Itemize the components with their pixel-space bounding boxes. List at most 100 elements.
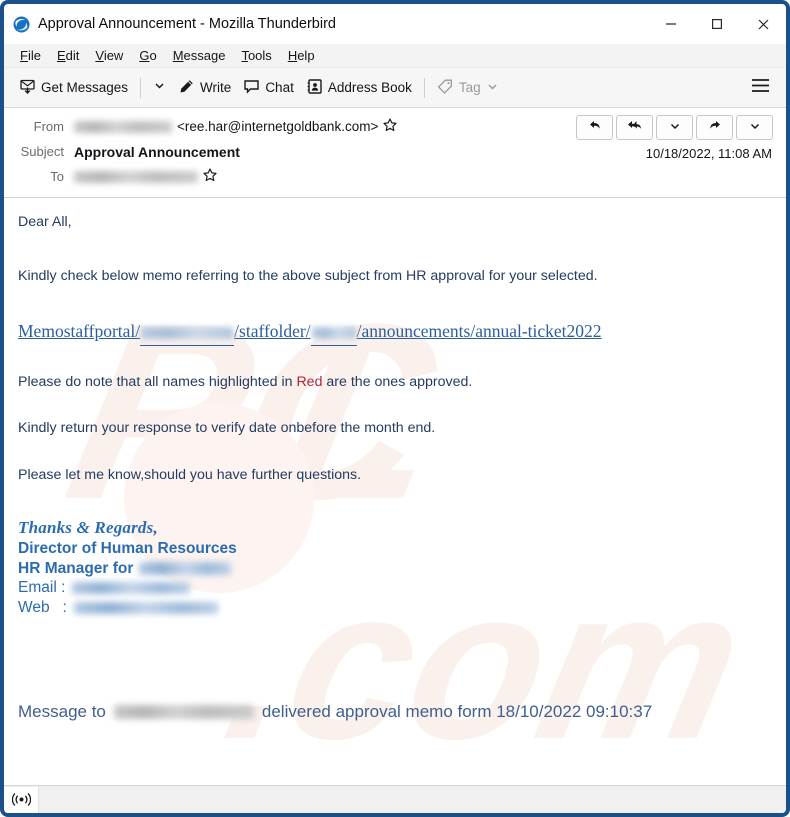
more-actions-dropdown-button[interactable] [736, 115, 773, 140]
forward-icon [708, 118, 722, 137]
signature-title-label: Director of Human Resources [18, 539, 237, 557]
footer-suffix: delivered approval memo form 18/10/2022 … [261, 701, 653, 721]
intro-paragraph: Kindly check below memo referring to the… [18, 267, 598, 284]
get-messages-button[interactable]: Get Messages [13, 74, 134, 102]
subject-value: Approval Announcement [74, 143, 240, 160]
greeting-paragraph: Dear All, [18, 214, 72, 230]
menu-go-label: o [149, 48, 157, 63]
menu-help-label: elp [297, 48, 315, 63]
memo-link-part2: /staffolder/ [234, 321, 311, 342]
chat-button[interactable]: Chat [237, 74, 300, 102]
get-messages-icon [19, 78, 36, 98]
menu-view[interactable]: View [87, 46, 131, 65]
chevron-down-icon [486, 80, 499, 96]
to-value[interactable] [74, 168, 217, 185]
message-body: PC L .com Dear All, Kindly check below m… [4, 198, 786, 781]
write-button[interactable]: Write [172, 74, 237, 102]
reply-icon [588, 118, 602, 137]
get-messages-dropdown-button[interactable] [147, 75, 172, 101]
note-red-word: Red [296, 373, 323, 390]
window-controls [648, 4, 786, 44]
reply-all-icon [627, 118, 643, 137]
address-book-icon [306, 78, 323, 98]
menu-message-accel: M [172, 48, 184, 63]
menu-file-label: ile [27, 48, 41, 63]
chat-label: Chat [265, 80, 294, 95]
from-name-redacted [74, 120, 172, 133]
signature-email-row: Email : [18, 578, 786, 598]
reply-all-button[interactable] [616, 115, 653, 140]
questions-paragraph: Please let me know,should you have furth… [18, 466, 362, 483]
menu-view-label: iew [103, 48, 124, 63]
memo-link-part3: /announcements/annual-ticket2022 [356, 321, 602, 342]
to-label: To [50, 169, 64, 184]
menu-edit-accel: E [56, 48, 66, 63]
menu-tools[interactable]: Tools [233, 46, 279, 65]
signature-email-redacted [72, 582, 191, 595]
broadcast-status-icon[interactable] [4, 786, 39, 813]
toolbar-separator-1 [140, 77, 142, 98]
subject-label: Subject [20, 144, 64, 159]
memo-link-redacted-1 [140, 319, 235, 346]
message-date: 10/18/2022, 11:08 AM [645, 146, 772, 161]
return-paragraph: Kindly return your response to verify da… [18, 420, 436, 437]
memo-link-part1: Memostaffportal/ [18, 321, 141, 342]
signature-web-label: Web : [18, 598, 67, 616]
maximize-button[interactable] [694, 4, 740, 44]
chevron-down-icon [153, 79, 166, 97]
message-action-buttons [576, 115, 773, 140]
note-after: are the ones approved. [322, 373, 473, 390]
message-header: From <ree.har@internetgoldbank.com> Subj… [4, 108, 786, 198]
reply-button[interactable] [576, 115, 613, 140]
reply-dropdown-button[interactable] [656, 115, 693, 140]
menu-help-accel: H [287, 48, 298, 63]
from-value[interactable]: <ree.har@internetgoldbank.com> [74, 118, 397, 135]
signature-web-redacted [73, 601, 218, 614]
address-book-button[interactable]: Address Book [300, 74, 418, 102]
address-book-label: Address Book [327, 80, 412, 95]
tag-label: Tag [458, 80, 481, 95]
app-menu-button[interactable] [745, 74, 776, 102]
main-toolbar: Get Messages Write Chat Address Book Tag [4, 68, 786, 108]
status-bar [4, 785, 786, 813]
menu-go[interactable]: Go [131, 46, 164, 65]
menu-file-accel: F [20, 48, 28, 63]
minimize-button[interactable] [648, 4, 694, 44]
star-icon[interactable] [383, 118, 397, 135]
footer-prefix: Message to [18, 701, 106, 721]
message-text: Dear All, Kindly check below memo referr… [4, 198, 786, 485]
menu-file[interactable]: File [12, 46, 49, 65]
window-title: Approval Announcement - Mozilla Thunderb… [38, 16, 336, 32]
signature-block: Thanks & Regards, Director of Human Reso… [4, 517, 786, 617]
toolbar-separator-2 [423, 77, 425, 98]
memo-link-redacted-2 [310, 319, 357, 346]
memo-link[interactable]: Memostaffportal/ /staffolder/ /announcemen… [18, 319, 770, 346]
signature-manager-label: HR Manager for [18, 559, 134, 577]
star-icon[interactable] [203, 168, 217, 185]
signature-manager-row: HR Manager for [18, 559, 786, 579]
chat-bubble-icon [243, 78, 260, 98]
chevron-down-icon [669, 119, 681, 137]
close-button[interactable] [740, 4, 786, 44]
menu-message[interactable]: Message [165, 46, 234, 65]
menu-edit[interactable]: Edit [49, 46, 87, 65]
forward-button[interactable] [696, 115, 733, 140]
from-label: From [33, 119, 64, 134]
menu-help[interactable]: Help [280, 46, 323, 65]
thunderbird-window: Approval Announcement - Mozilla Thunderb… [0, 0, 790, 817]
to-row: To [4, 164, 786, 189]
menu-message-label: essage [183, 48, 226, 63]
pencil-icon [178, 78, 195, 98]
get-messages-label: Get Messages [41, 80, 129, 95]
menu-go-accel: G [139, 48, 150, 63]
tag-button[interactable]: Tag [431, 74, 505, 102]
hamburger-menu-icon [751, 78, 770, 98]
delivery-footer: Message to delivered approval memo form … [4, 702, 786, 722]
menu-tools-label: ools [247, 48, 272, 63]
signature-web-row: Web : [18, 598, 786, 618]
note-paragraph: Please do note that all names highlighte… [18, 372, 770, 393]
footer-recipient-redacted [113, 704, 254, 719]
signature-manager-redacted [139, 561, 232, 575]
menu-edit-label: dit [65, 48, 80, 63]
menu-view-accel: V [95, 48, 104, 63]
